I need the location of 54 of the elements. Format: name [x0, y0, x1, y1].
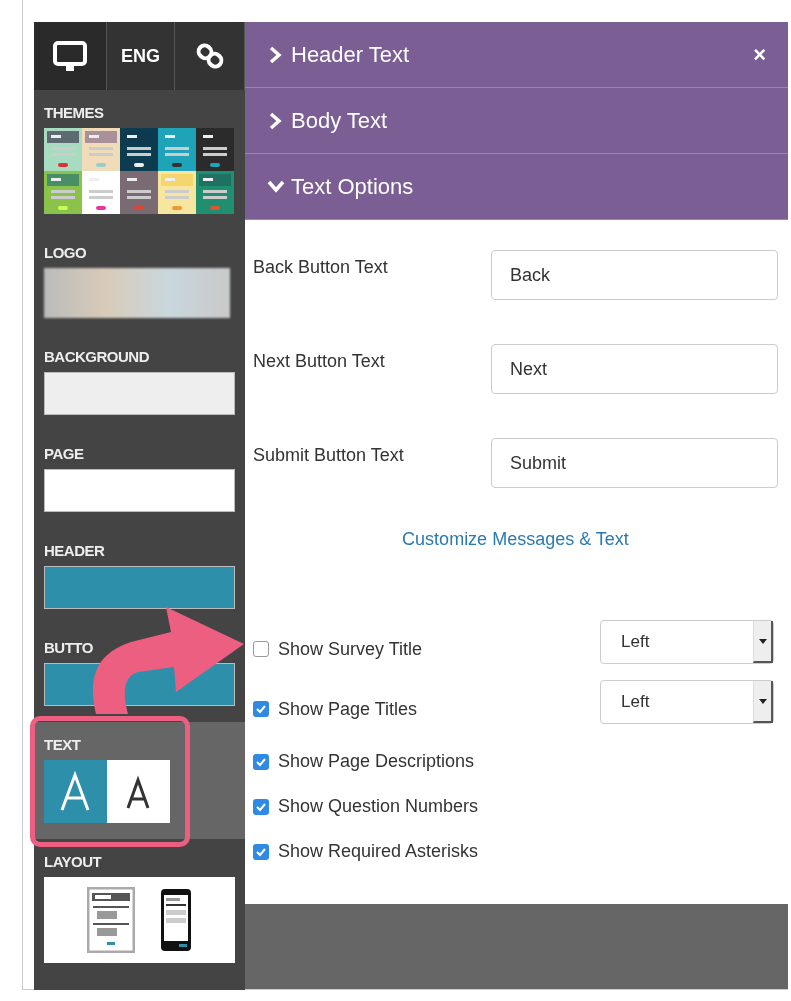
checkbox[interactable] [253, 701, 269, 717]
desktop-layout-icon[interactable] [86, 887, 135, 953]
accordion-header[interactable]: Text Options [245, 154, 788, 220]
checkbox[interactable] [253, 798, 269, 815]
text-input[interactable]: Next [491, 344, 778, 394]
letter-a-icon [107, 760, 170, 823]
caret-icon [758, 698, 767, 704]
field-label: Back Button Text [253, 256, 389, 279]
close-button[interactable]: × [753, 38, 766, 71]
desktop-tab[interactable] [34, 22, 107, 90]
theme-thumbnail[interactable] [158, 128, 196, 171]
section-label: HEADER [44, 541, 105, 561]
accordion-header[interactable]: Header Text × [245, 22, 788, 88]
theme-thumbnail[interactable] [120, 128, 158, 171]
color-swatch[interactable] [44, 469, 235, 512]
section-label: BACKGROUND [44, 347, 149, 367]
text-style-preview[interactable] [44, 760, 170, 823]
letter-a-icon [44, 760, 107, 823]
theme-thumbnail[interactable] [196, 171, 234, 214]
theme-thumbnail[interactable] [158, 171, 196, 214]
caret-icon [758, 638, 767, 644]
accordion-header[interactable]: Body Text [245, 88, 788, 154]
field-label: Next Button Text [253, 350, 386, 373]
theme-thumbnail[interactable] [44, 128, 82, 171]
alignment-dropdown[interactable]: Left [600, 680, 774, 724]
monitor-icon [53, 40, 87, 72]
text-input[interactable]: Back [491, 250, 778, 300]
theme-thumbnail[interactable] [120, 171, 158, 214]
text-input[interactable]: Submit [491, 438, 778, 488]
section-label: BUTTO [44, 638, 93, 658]
section-label: THEMES [44, 103, 104, 123]
option-label: Show Required Asterisks [278, 840, 480, 863]
section-label: LOGO [44, 243, 87, 263]
color-swatch[interactable] [44, 566, 235, 609]
theme-thumbnail[interactable] [196, 128, 234, 171]
theme-thumbnail[interactable] [44, 171, 82, 214]
option-label: Show Page Descriptions [278, 750, 476, 773]
section-label: TEXT [44, 735, 81, 755]
section-label: PAGE [44, 444, 84, 464]
checkbox[interactable] [253, 753, 269, 770]
alignment-dropdown[interactable]: Left [600, 620, 774, 664]
link-icon [194, 41, 225, 71]
checkbox[interactable] [253, 843, 269, 860]
option-label: Show Page Titles [278, 697, 419, 721]
option-label: Show Question Numbers [278, 795, 480, 818]
theme-thumbnail[interactable] [82, 171, 120, 214]
section-label: LAYOUT [44, 852, 102, 872]
checkbox[interactable] [253, 641, 269, 657]
customize-messages-link[interactable]: Customize Messages & Text [402, 529, 629, 549]
field-label: Submit Button Text [253, 444, 405, 467]
phone-layout-icon[interactable] [158, 887, 193, 953]
option-label: Show Survey Title [278, 637, 424, 661]
theme-thumbnail[interactable] [82, 128, 120, 171]
color-swatch[interactable] [44, 372, 235, 415]
